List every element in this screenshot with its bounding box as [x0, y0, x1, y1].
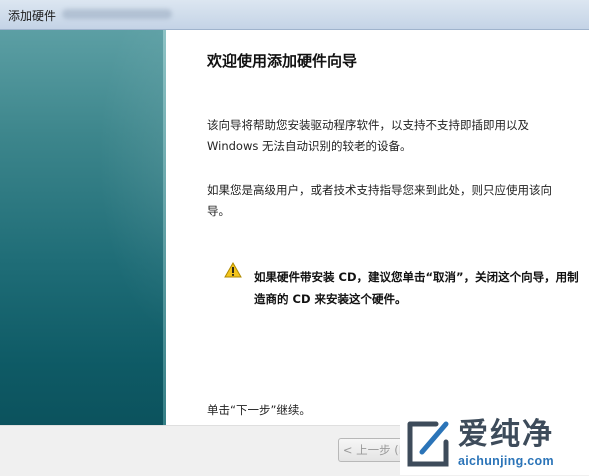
warning-icon [224, 262, 242, 278]
advanced-user-paragraph: 如果您是高级用户，或者技术支持指导您来到此处，则只应使用该向导。 [207, 183, 552, 218]
warning-text: 如果硬件带安装 CD，建议您单击“取消”，关闭这个向导，用制造商的 CD 来安装… [254, 270, 579, 306]
wizard-sidebar-banner [0, 30, 166, 450]
blurred-title-text [62, 9, 172, 19]
site-watermark: 爱纯净 aichunjing.com [400, 414, 589, 475]
wizard-content: 欢迎使用添加硬件向导 该向导将帮助您安装驱动程序软件，以支持不支持即插即用以及 … [166, 30, 589, 450]
page-title: 欢迎使用添加硬件向导 [207, 52, 358, 70]
title-bar[interactable]: 添加硬件 [0, 0, 589, 30]
watermark-url: aichunjing.com [458, 454, 554, 468]
intro-paragraph: 该向导将帮助您安装驱动程序软件，以支持不支持即插即用以及 Windows 无法自… [207, 118, 529, 153]
watermark-logo-icon [407, 421, 449, 467]
watermark-brand: 爱纯净 [458, 417, 554, 452]
window-title: 添加硬件 [8, 9, 57, 23]
continue-instruction: 单击“下一步”继续。 [207, 403, 311, 417]
